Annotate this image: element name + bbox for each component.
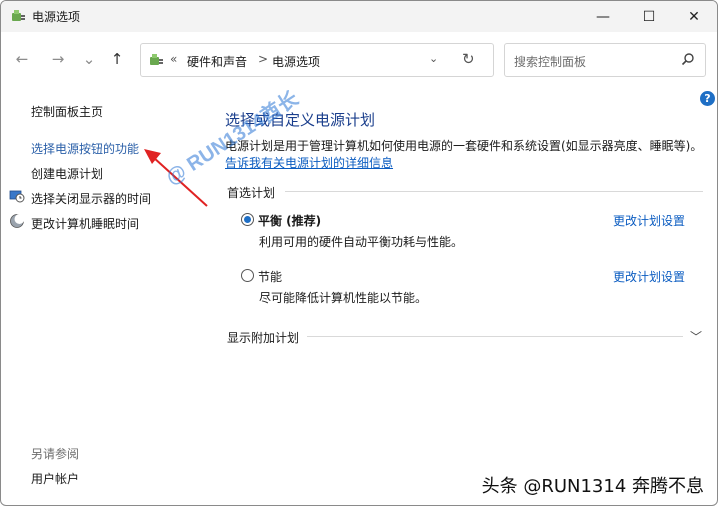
power-options-window: 电源选项 — ☐ ✕ ← → ⌄ ↑ « 硬件和声音 > 电源选项 ⌄ ↻ 搜索… bbox=[0, 0, 718, 506]
source-credit: 头条 @RUN1314 奔腾不息 bbox=[481, 476, 704, 497]
annotation-arrow bbox=[144, 149, 208, 207]
